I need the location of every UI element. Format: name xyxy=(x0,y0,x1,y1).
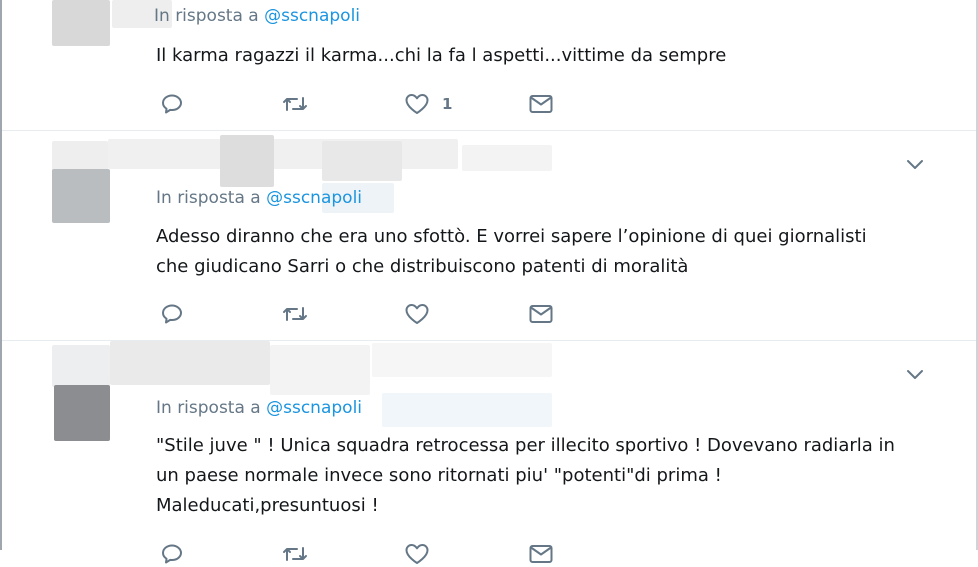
reply-button[interactable] xyxy=(160,541,184,567)
retweet-icon xyxy=(280,302,310,326)
envelope-icon xyxy=(528,92,554,116)
blurred-avatar xyxy=(52,0,110,46)
blurred-username xyxy=(382,393,552,427)
reply-to-label: In risposta a @sscnapoli xyxy=(156,188,362,208)
blurred-username xyxy=(108,139,458,169)
retweet-button[interactable] xyxy=(280,301,310,327)
blurred-username xyxy=(322,141,402,181)
reply-handle-link[interactable]: @sscnapoli xyxy=(264,6,360,26)
more-options-button[interactable] xyxy=(904,153,926,179)
like-button[interactable] xyxy=(404,301,430,327)
reply-handle-link[interactable]: @sscnapoli xyxy=(266,398,362,418)
reply-icon xyxy=(160,92,184,116)
heart-icon xyxy=(404,302,430,326)
like-button[interactable] xyxy=(404,541,430,567)
blurred-avatar xyxy=(54,385,110,441)
like-count: 1 xyxy=(442,95,453,113)
heart-icon xyxy=(404,542,430,566)
tweet-1[interactable]: In risposta a @sscnapoli Il karma ragazz… xyxy=(2,0,976,130)
chevron-down-icon xyxy=(904,160,926,179)
retweet-button[interactable] xyxy=(280,91,310,117)
reply-button[interactable] xyxy=(160,301,184,327)
heart-icon xyxy=(404,92,430,116)
retweet-icon xyxy=(280,542,310,566)
tweet-text: Il karma ragazzi il karma...chi la fa l … xyxy=(156,41,946,71)
blurred-username xyxy=(220,135,274,187)
envelope-icon xyxy=(528,542,554,566)
tweet-text: "Stile juve " ! Unica squadra retrocessa… xyxy=(156,431,946,521)
retweet-icon xyxy=(280,92,310,116)
reply-prefix: In risposta a xyxy=(154,6,259,26)
blurred-username xyxy=(270,345,370,395)
retweet-button[interactable] xyxy=(280,541,310,567)
blurred-username xyxy=(110,341,270,385)
reply-to-label: In risposta a @sscnapoli xyxy=(156,398,362,418)
tweet-text: Adesso diranno che era uno sfottò. E vor… xyxy=(156,222,946,282)
tweet-text-line: Il karma ragazzi il karma...chi la fa l … xyxy=(156,45,727,66)
reply-prefix: In risposta a xyxy=(156,188,261,208)
blurred-avatar xyxy=(52,141,108,171)
blurred-avatar xyxy=(52,169,110,223)
blurred-username xyxy=(462,145,552,171)
like-button[interactable]: 1 xyxy=(404,91,452,117)
dm-button[interactable] xyxy=(528,301,554,327)
blurred-avatar xyxy=(52,345,110,387)
tweet-text-line: "Stile juve " ! Unica squadra retrocessa… xyxy=(156,435,895,456)
envelope-icon xyxy=(528,302,554,326)
tweet-text-line: che giudicano Sarri o che distribuiscono… xyxy=(156,256,689,277)
chevron-down-icon xyxy=(904,370,926,389)
dm-button[interactable] xyxy=(528,91,554,117)
tweet-3[interactable]: In risposta a @sscnapoli "Stile juve " !… xyxy=(2,341,976,564)
blurred-username xyxy=(372,343,552,377)
tweet-text-line: un paese normale invece sono ritornati p… xyxy=(156,465,722,486)
reply-icon xyxy=(160,542,184,566)
reply-handle-link[interactable]: @sscnapoli xyxy=(266,188,362,208)
reply-to-label: In risposta a @sscnapoli xyxy=(154,6,360,26)
more-options-button[interactable] xyxy=(904,363,926,389)
reply-button[interactable] xyxy=(160,91,184,117)
reply-prefix: In risposta a xyxy=(156,398,261,418)
tweet-text-line: Maleducati,presuntuosi ! xyxy=(156,495,379,516)
tweet-text-line: Adesso diranno che era uno sfottò. E vor… xyxy=(156,226,867,247)
dm-button[interactable] xyxy=(528,541,554,567)
reply-icon xyxy=(160,302,184,326)
tweet-2[interactable]: In risposta a @sscnapoli Adesso diranno … xyxy=(2,131,976,340)
